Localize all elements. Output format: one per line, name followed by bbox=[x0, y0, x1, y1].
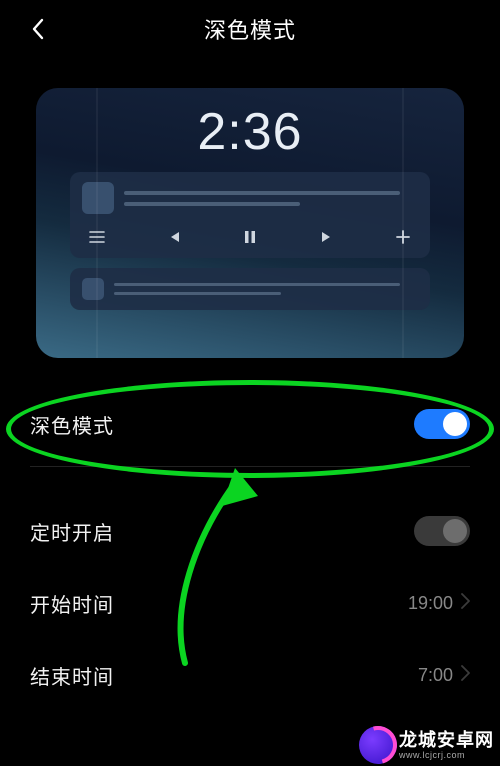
chevron-right-icon bbox=[461, 665, 470, 686]
dark-mode-row[interactable]: 深色模式 bbox=[0, 388, 500, 460]
chevron-right-icon bbox=[461, 593, 470, 614]
start-time-label: 开始时间 bbox=[30, 589, 114, 618]
dark-mode-toggle[interactable] bbox=[414, 409, 470, 439]
back-button[interactable] bbox=[20, 7, 56, 51]
scheduled-label: 定时开启 bbox=[30, 517, 114, 546]
watermark: 龙城安卓网 www.lcjcrj.com bbox=[359, 726, 494, 764]
watermark-logo bbox=[359, 726, 397, 764]
chevron-left-icon bbox=[30, 17, 46, 41]
watermark-text-en: www.lcjcrj.com bbox=[399, 751, 465, 760]
page-title: 深色模式 bbox=[0, 13, 500, 45]
header: 深色模式 bbox=[0, 0, 500, 58]
preview-card: 2:36 bbox=[36, 88, 464, 358]
dark-mode-label: 深色模式 bbox=[30, 410, 114, 439]
scheduled-toggle[interactable] bbox=[414, 516, 470, 546]
start-time-row[interactable]: 开始时间 19:00 bbox=[0, 567, 500, 639]
end-time-label: 结束时间 bbox=[30, 661, 114, 690]
watermark-text-cn: 龙城安卓网 bbox=[399, 731, 494, 749]
end-time-row[interactable]: 结束时间 7:00 bbox=[0, 639, 500, 711]
divider bbox=[30, 466, 470, 467]
end-time-value: 7:00 bbox=[418, 665, 453, 686]
scheduled-row[interactable]: 定时开启 bbox=[0, 495, 500, 567]
start-time-value: 19:00 bbox=[408, 593, 453, 614]
